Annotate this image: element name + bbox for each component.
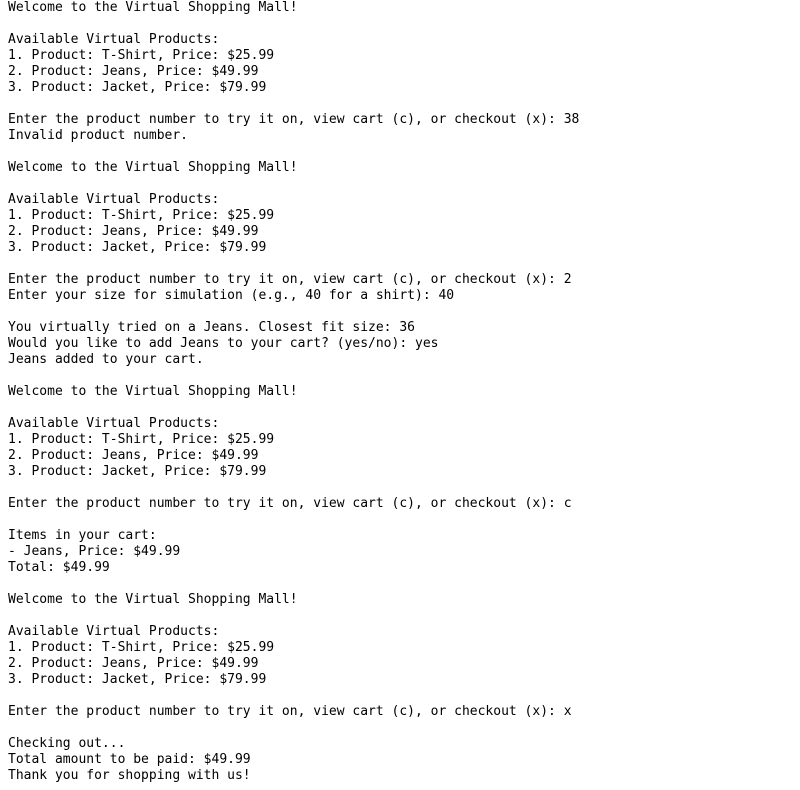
terminal-output: Welcome to the Virtual Shopping Mall! Av… — [0, 0, 800, 790]
terminal-line: Total: $49.99 — [8, 560, 110, 575]
terminal-line: 2. Product: Jeans, Price: $49.99 — [8, 656, 259, 671]
terminal-line: Thank you for shopping with us! — [8, 768, 251, 783]
terminal-line: Available Virtual Products: — [8, 32, 220, 47]
terminal-line: 1. Product: T-Shirt, Price: $25.99 — [8, 208, 275, 223]
terminal-line: 3. Product: Jacket, Price: $79.99 — [8, 80, 267, 95]
terminal-line: Enter your size for simulation (e.g., 40… — [8, 288, 455, 303]
terminal-line: Total amount to be paid: $49.99 — [8, 752, 251, 767]
terminal-line: - Jeans, Price: $49.99 — [8, 544, 181, 559]
terminal-line: Available Virtual Products: — [8, 192, 220, 207]
terminal-line: You virtually tried on a Jeans. Closest … — [8, 320, 415, 335]
terminal-line: 3. Product: Jacket, Price: $79.99 — [8, 672, 267, 687]
terminal-line: Available Virtual Products: — [8, 416, 220, 431]
terminal-line: 2. Product: Jeans, Price: $49.99 — [8, 448, 259, 463]
terminal-line: 1. Product: T-Shirt, Price: $25.99 — [8, 432, 275, 447]
terminal-line: 3. Product: Jacket, Price: $79.99 — [8, 464, 267, 479]
terminal-line: 2. Product: Jeans, Price: $49.99 — [8, 224, 259, 239]
terminal-line: 2. Product: Jeans, Price: $49.99 — [8, 64, 259, 79]
terminal-line: Enter the product number to try it on, v… — [8, 112, 580, 127]
terminal-line: Enter the product number to try it on, v… — [8, 272, 572, 287]
terminal-line: Jeans added to your cart. — [8, 352, 204, 367]
terminal-line: Welcome to the Virtual Shopping Mall! — [8, 0, 298, 15]
terminal-line: Would you like to add Jeans to your cart… — [8, 336, 439, 351]
terminal-line: Available Virtual Products: — [8, 624, 220, 639]
terminal-line: Items in your cart: — [8, 528, 157, 543]
terminal-line: Invalid product number. — [8, 128, 189, 143]
terminal-line: Enter the product number to try it on, v… — [8, 704, 572, 719]
terminal-line: 1. Product: T-Shirt, Price: $25.99 — [8, 640, 275, 655]
terminal-line: Welcome to the Virtual Shopping Mall! — [8, 160, 298, 175]
terminal-line: Welcome to the Virtual Shopping Mall! — [8, 592, 298, 607]
terminal-line: Welcome to the Virtual Shopping Mall! — [8, 384, 298, 399]
terminal-line: 3. Product: Jacket, Price: $79.99 — [8, 240, 267, 255]
terminal-line: 1. Product: T-Shirt, Price: $25.99 — [8, 48, 275, 63]
terminal-line: Enter the product number to try it on, v… — [8, 496, 572, 511]
terminal-line: Checking out... — [8, 736, 126, 751]
